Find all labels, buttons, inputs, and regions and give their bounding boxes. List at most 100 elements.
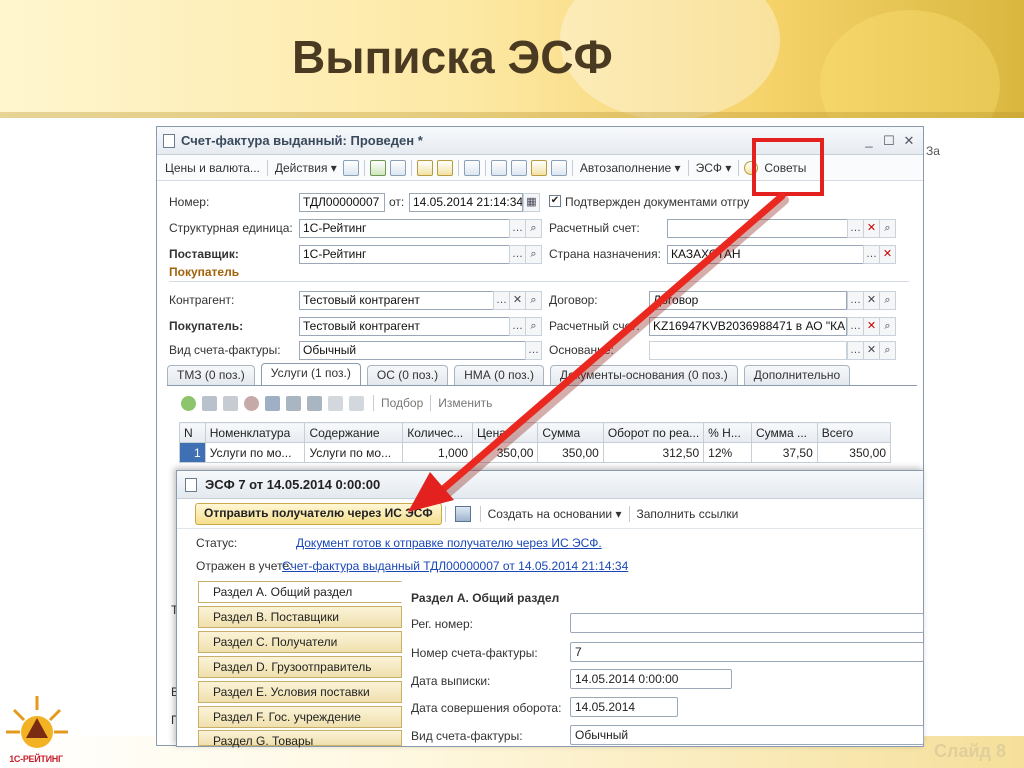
sort-desc-icon[interactable] — [349, 395, 364, 411]
prices-button[interactable]: Цены и валюта... — [161, 161, 264, 175]
basis-select-icon[interactable]: … — [847, 341, 864, 360]
maximize-icon[interactable]: ☐ — [881, 133, 897, 149]
finish-edit-icon[interactable] — [265, 395, 280, 411]
section-tab-b[interactable]: Раздел B. Поставщики — [198, 606, 402, 628]
counterparty-field[interactable]: Тестовый контрагент — [299, 291, 495, 310]
buyer-account-search-icon[interactable]: ⌕ — [879, 317, 896, 336]
go-icon[interactable] — [463, 159, 480, 176]
country-clear-icon[interactable]: ✕ — [879, 245, 896, 264]
list-icon[interactable] — [510, 159, 527, 176]
account-select-icon[interactable]: … — [847, 219, 864, 238]
buyer-select-icon[interactable]: … — [509, 317, 526, 336]
invoice-type-field[interactable]: Обычный — [299, 341, 527, 360]
country-field[interactable]: КАЗАХСТАН — [667, 245, 865, 264]
basis-clear-icon[interactable]: ✕ — [863, 341, 880, 360]
column-header[interactable]: Номенклатура — [204, 422, 306, 443]
sort-asc-icon[interactable] — [328, 395, 343, 411]
contract-clear-icon[interactable]: ✕ — [863, 291, 880, 310]
number-field[interactable]: ТДЛ00000007 — [299, 193, 385, 212]
column-header[interactable]: Цена — [472, 422, 539, 443]
select-button[interactable]: Подбор — [377, 396, 427, 410]
section-tab-d[interactable]: Раздел D. Грузоотправитель — [198, 656, 402, 678]
save-icon[interactable] — [342, 159, 359, 176]
close-icon[interactable]: ✕ — [901, 133, 917, 149]
section-tab-f[interactable]: Раздел F. Гос. учреждение — [198, 706, 402, 728]
table-cell[interactable]: 12% — [703, 442, 752, 463]
section-tab-g[interactable]: Раздел G. Товары — [198, 730, 402, 748]
column-header[interactable]: Сумма — [537, 422, 604, 443]
table-cell[interactable]: Услуги по мо... — [204, 442, 306, 463]
actions-menu[interactable]: Действия ▾ — [271, 161, 341, 175]
copy-icon[interactable] — [389, 159, 406, 176]
buyer-account-clear-icon[interactable]: ✕ — [863, 317, 880, 336]
counterparty-select-icon[interactable]: … — [493, 291, 510, 310]
move-up-icon[interactable] — [286, 395, 301, 411]
column-header[interactable]: N — [179, 422, 206, 443]
supplier-field[interactable]: 1С-Рейтинг — [299, 245, 511, 264]
invoice-kind-field[interactable]: Обычный — [570, 725, 924, 745]
post-icon[interactable] — [416, 159, 433, 176]
contract-field[interactable]: Договор — [649, 291, 847, 310]
section-tab-c[interactable]: Раздел C. Получатели — [198, 631, 402, 653]
supplier-search-icon[interactable]: ⌕ — [525, 245, 542, 264]
account-field[interactable] — [667, 219, 849, 238]
basis-field[interactable] — [649, 341, 847, 360]
tab-additional[interactable]: Дополнительно — [743, 365, 851, 386]
section-tab-e[interactable]: Раздел E. Условия поставки — [198, 681, 402, 703]
account-clear-icon[interactable]: ✕ — [863, 219, 880, 238]
delete-row-icon[interactable] — [244, 395, 259, 411]
tab-os[interactable]: ОС (0 поз.) — [366, 365, 449, 386]
column-header[interactable]: % Н... — [703, 422, 752, 443]
section-tab-a[interactable]: Раздел А. Общий раздел — [198, 581, 402, 603]
refresh-icon[interactable] — [369, 159, 386, 176]
reflected-link[interactable]: Счет-фактура выданный ТДЛ00000007 от 14.… — [282, 559, 628, 573]
column-header[interactable]: Сумма ... — [750, 422, 818, 443]
unpost-icon[interactable] — [436, 159, 453, 176]
create-based-menu[interactable]: Создать на основании ▾ — [484, 507, 626, 521]
unit-search-icon[interactable]: ⌕ — [525, 219, 542, 238]
esf-menu[interactable]: ЭСФ ▾ — [692, 161, 736, 175]
table-cell[interactable]: 312,50 — [602, 442, 705, 463]
autofill-menu[interactable]: Автозаполнение ▾ — [576, 161, 685, 175]
table-cell[interactable]: 350,00 — [472, 442, 539, 463]
table-cell[interactable]: Услуги по мо... — [304, 442, 404, 463]
column-header[interactable]: Всего — [816, 422, 892, 443]
move-down-icon[interactable] — [307, 395, 322, 411]
buyer-account-select-icon[interactable]: … — [847, 317, 864, 336]
table-cell[interactable]: 37,50 — [750, 442, 818, 463]
minimize-icon[interactable]: _ — [861, 133, 877, 148]
edit-row-icon[interactable] — [223, 395, 238, 411]
fill-links-button[interactable]: Заполнить ссылки — [633, 507, 743, 521]
column-header[interactable]: Оборот по реа... — [602, 422, 705, 443]
column-header[interactable]: Содержание — [304, 422, 404, 443]
reg-number-field[interactable] — [570, 613, 924, 633]
issue-date-field[interactable]: 14.05.2014 0:00:00 — [570, 669, 732, 689]
turnover-date-field[interactable]: 14.05.2014 — [570, 697, 678, 717]
table-row[interactable]: 1 Услуги по мо... Услуги по мо... 1,000 … — [179, 442, 892, 463]
buyer-search-icon[interactable]: ⌕ — [525, 317, 542, 336]
table-cell[interactable]: 1 — [179, 442, 206, 463]
structure-icon[interactable] — [490, 159, 507, 176]
buyer-field[interactable]: Тестовый контрагент — [299, 317, 511, 336]
status-link[interactable]: Документ готов к отправке получателю чер… — [296, 536, 602, 550]
basis-search-icon[interactable]: ⌕ — [879, 341, 896, 360]
unit-select-icon[interactable]: … — [509, 219, 526, 238]
send-esf-button[interactable]: Отправить получателю через ИС ЭСФ — [195, 502, 442, 525]
tab-services[interactable]: Услуги (1 поз.) — [260, 363, 361, 386]
contract-search-icon[interactable]: ⌕ — [879, 291, 896, 310]
date-field[interactable]: 14.05.2014 21:14:34 — [409, 193, 523, 212]
tab-tmz[interactable]: ТМЗ (0 поз.) — [167, 365, 255, 386]
contract-select-icon[interactable]: … — [847, 291, 864, 310]
copy-row-icon[interactable] — [202, 395, 217, 411]
account-search-icon[interactable]: ⌕ — [879, 219, 896, 238]
tab-basis-docs[interactable]: Документы-основания (0 поз.) — [549, 365, 738, 386]
report-icon[interactable] — [550, 159, 567, 176]
tab-nma[interactable]: НМА (0 поз.) — [454, 365, 544, 386]
column-header[interactable]: Количес... — [402, 422, 474, 443]
counterparty-clear-icon[interactable]: ✕ — [509, 291, 526, 310]
confirmed-checkbox[interactable]: ✔ — [549, 195, 561, 207]
buyer-account-field[interactable]: KZ16947KVB2036988471 в АО "КА... — [649, 317, 847, 336]
table-cell[interactable]: 350,00 — [816, 442, 892, 463]
supplier-select-icon[interactable]: … — [509, 245, 526, 264]
unit-field[interactable]: 1С-Рейтинг — [299, 219, 511, 238]
